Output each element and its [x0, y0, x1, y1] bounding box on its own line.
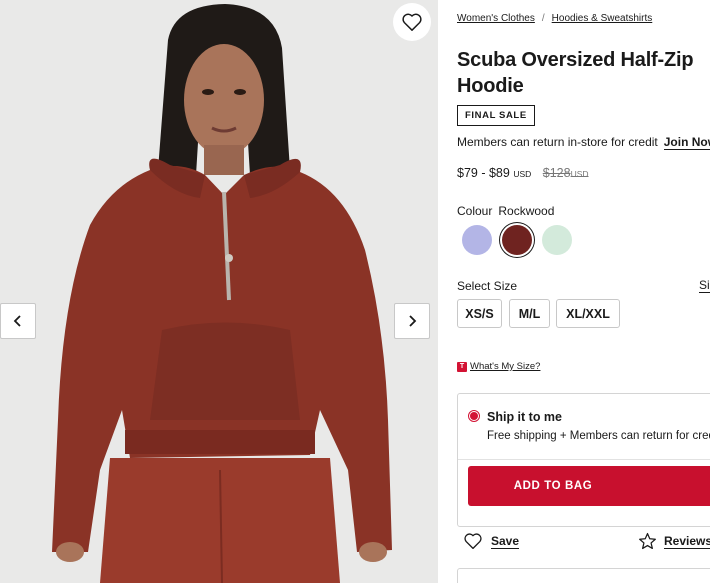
members-return-note: Members can return in-store for credit Jo… [457, 135, 710, 150]
save-label: Save [491, 533, 520, 549]
join-now-link[interactable]: Join Now [663, 135, 710, 150]
final-sale-badge: FINAL SALE [457, 105, 535, 126]
add-to-bag-button[interactable]: ADD TO BAG [468, 466, 710, 506]
product-title: Scuba Oversized Half-Zip Hoodie [457, 47, 710, 99]
price: $79 - $89 USD $128USD [457, 166, 589, 180]
whats-my-size[interactable]: T What's My Size? [457, 361, 540, 372]
price-currency: USD [513, 169, 532, 179]
product-title-line-2: Hoodie [457, 75, 524, 97]
size-option-m-l[interactable]: M/L [509, 299, 550, 328]
breadcrumb-item-womens-clothes[interactable]: Women's Clothes [457, 13, 535, 24]
chevron-left-icon [13, 315, 21, 327]
next-image-button[interactable] [394, 303, 430, 339]
colour-swatch-lavender[interactable] [462, 225, 492, 255]
fulfillment-box: Ship it to me Free shipping + Members ca… [457, 393, 710, 527]
previous-image-button[interactable] [0, 303, 36, 339]
save-button[interactable]: Save [463, 532, 520, 550]
original-price-currency: USD [570, 169, 589, 179]
reviews-label: Reviews [664, 534, 710, 549]
divider [458, 459, 710, 460]
colour-swatch-mint[interactable] [542, 225, 572, 255]
selected-colour-name: Rockwood [498, 204, 555, 218]
product-details-panel: Women's Clothes / Hoodies & Sweatshirts … [438, 0, 710, 583]
original-price-value: $128 [542, 166, 571, 180]
chevron-right-icon [409, 315, 417, 327]
heart-outline-icon [464, 533, 482, 550]
star-outline-icon [639, 532, 656, 550]
product-image-gallery [0, 0, 438, 583]
ship-to-me-title: Ship it to me [487, 410, 562, 424]
wishlist-button[interactable] [393, 3, 431, 41]
select-size-label: Select Size [457, 279, 518, 293]
size-option-xl-xxl[interactable]: XL/XXL [556, 299, 620, 328]
ship-to-me-radio[interactable] [468, 410, 480, 422]
secondary-fulfillment-box [457, 568, 710, 583]
product-photo [0, 0, 438, 583]
size-tool-icon: T [457, 361, 467, 372]
product-title-line-1: Scuba Oversized Half-Zip [457, 49, 694, 71]
breadcrumb-item-hoodies[interactable]: Hoodies & Sweatshirts [552, 13, 653, 24]
members-return-text: Members can return in-store for credit [457, 135, 658, 149]
size-guide-link[interactable]: Size Guide [699, 278, 710, 293]
current-price: $79 - $89 [457, 166, 510, 180]
breadcrumb-separator: / [541, 13, 545, 24]
reviews-link[interactable]: Reviews [638, 532, 710, 550]
colour-label: Colour Rockwood [457, 204, 554, 218]
heart-outline-icon [402, 13, 422, 31]
original-price: $128USD [543, 166, 589, 180]
size-option-xs-s[interactable]: XS/S [457, 299, 502, 328]
ship-to-me-subtitle: Free shipping + Members can return for c… [487, 430, 710, 442]
colour-label-text: Colour [457, 204, 493, 218]
colour-swatch-rockwood[interactable] [502, 225, 532, 255]
whats-my-size-link[interactable]: What's My Size? [470, 361, 540, 372]
breadcrumb: Women's Clothes / Hoodies & Sweatshirts [457, 13, 652, 24]
